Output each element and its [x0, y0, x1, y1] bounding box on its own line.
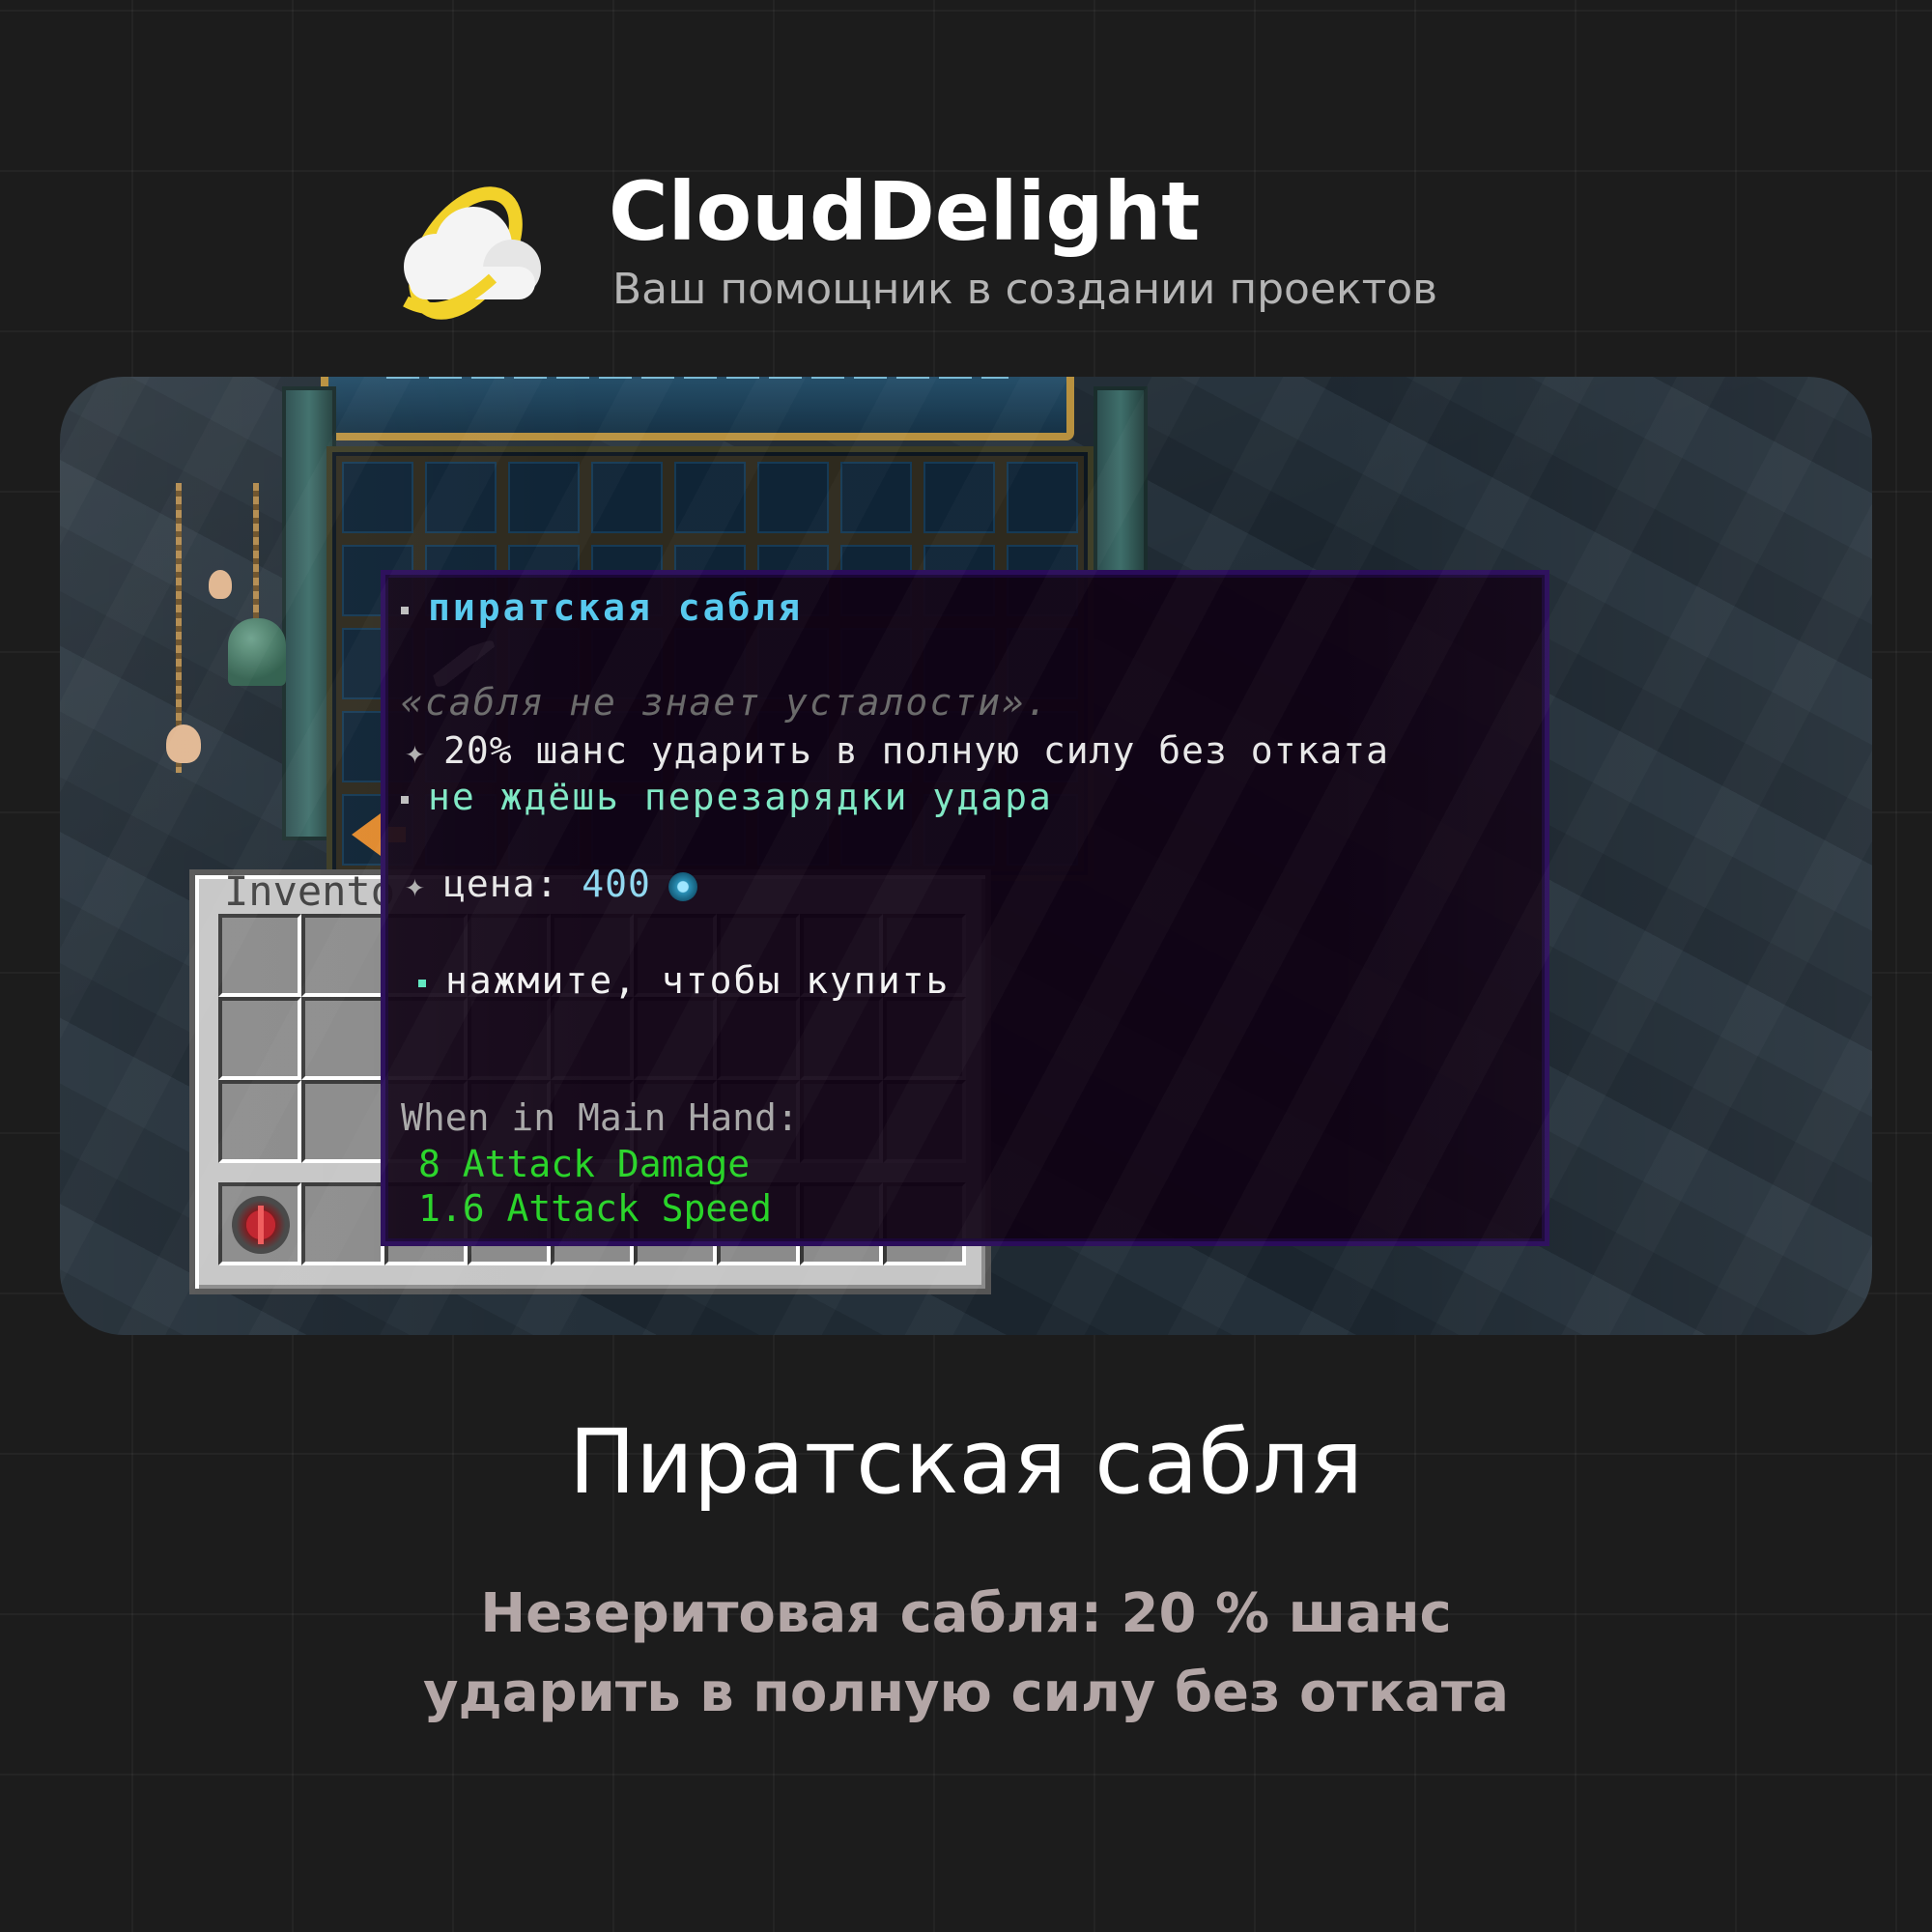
rope-decoration — [253, 483, 259, 628]
sparkle-icon: ✦ — [405, 867, 426, 905]
hotbar-slot[interactable] — [218, 1182, 301, 1265]
shop-slot[interactable] — [336, 456, 419, 539]
item-description: Незеритовая сабля: 20 % шанс ударить в п… — [0, 1575, 1932, 1733]
item-tooltip: пиратская сабля «сабля не знает усталост… — [381, 570, 1549, 1246]
tooltip-title: пиратская сабля — [428, 586, 804, 629]
tooltip-title-row: пиратская сабля — [401, 586, 803, 629]
tooltip-buy-row: нажмите, чтобы купить — [418, 959, 950, 1002]
bullet-icon — [401, 606, 409, 614]
bullet-icon — [418, 979, 426, 987]
shop-slot[interactable] — [668, 456, 752, 539]
main-hand-label: When in Main Hand: — [401, 1096, 799, 1139]
item-title: Пиратская сабля — [568, 1410, 1364, 1514]
inventory-slot[interactable] — [218, 997, 301, 1080]
shop-slot[interactable] — [502, 456, 585, 539]
attack-damage: 8 Attack Damage — [418, 1143, 751, 1185]
tooltip-price-row: ✦ цена: 400 — [401, 863, 697, 905]
price-label: цена: — [443, 863, 559, 905]
tooltip-no-cooldown-row: не ждёшь перезарядки удара — [401, 776, 1053, 818]
hotbar-slot[interactable] — [301, 1182, 384, 1265]
inventory-title: Invento — [224, 867, 396, 915]
shop-slot[interactable] — [585, 456, 668, 539]
inventory-slot[interactable] — [218, 1080, 301, 1163]
back-arrow-icon — [352, 813, 406, 856]
shop-slot[interactable] — [835, 456, 918, 539]
coin-icon — [668, 871, 697, 901]
cloud-ring-logo-icon — [403, 186, 541, 320]
right-pillar — [1094, 386, 1148, 580]
tooltip-lore: «сабля не знает усталости». — [401, 681, 1050, 724]
brand-title: CloudDelight — [609, 164, 1201, 259]
inventory-slot[interactable] — [218, 914, 301, 997]
shop-slot[interactable] — [918, 456, 1001, 539]
brand-tagline: Ваш помощник в создании проектов — [612, 265, 1438, 314]
tooltip-chance: 20% шанс ударить в полную силу без откат… — [443, 729, 1389, 772]
tooltip-no-cooldown: не ждёшь перезарядки удара — [428, 776, 1053, 818]
shop-slot[interactable] — [752, 456, 835, 539]
attack-speed: 1.6 Attack Speed — [418, 1187, 773, 1230]
inventory-slot[interactable] — [301, 997, 384, 1080]
price-value: 400 — [582, 863, 651, 905]
bullet-icon — [401, 795, 409, 804]
item-description-line: Незеритовая сабля: 20 % шанс — [480, 1582, 1452, 1645]
tooltip-chance-row: ✦ 20% шанс ударить в полную силу без отка… — [401, 729, 1389, 772]
bell-icon — [228, 618, 286, 686]
shop-slot[interactable] — [419, 456, 502, 539]
brand-header: CloudDelight Ваш помощник в создании про… — [377, 164, 1633, 338]
shop-banner — [321, 377, 1074, 440]
inventory-slot[interactable] — [301, 1080, 384, 1163]
shop-slot[interactable] — [1001, 456, 1084, 539]
compass-icon — [232, 1196, 290, 1254]
shell-icon — [166, 724, 201, 763]
game-screenshot-panel: Invento пиратская сабля «сабля не знает … — [60, 377, 1872, 1335]
item-description-line: ударить в полную силу без отката — [423, 1662, 1509, 1724]
shell-icon — [209, 570, 232, 599]
inventory-slot[interactable] — [301, 914, 384, 997]
buy-hint: нажмите, чтобы купить — [445, 959, 951, 1002]
sparkle-icon: ✦ — [405, 733, 426, 772]
